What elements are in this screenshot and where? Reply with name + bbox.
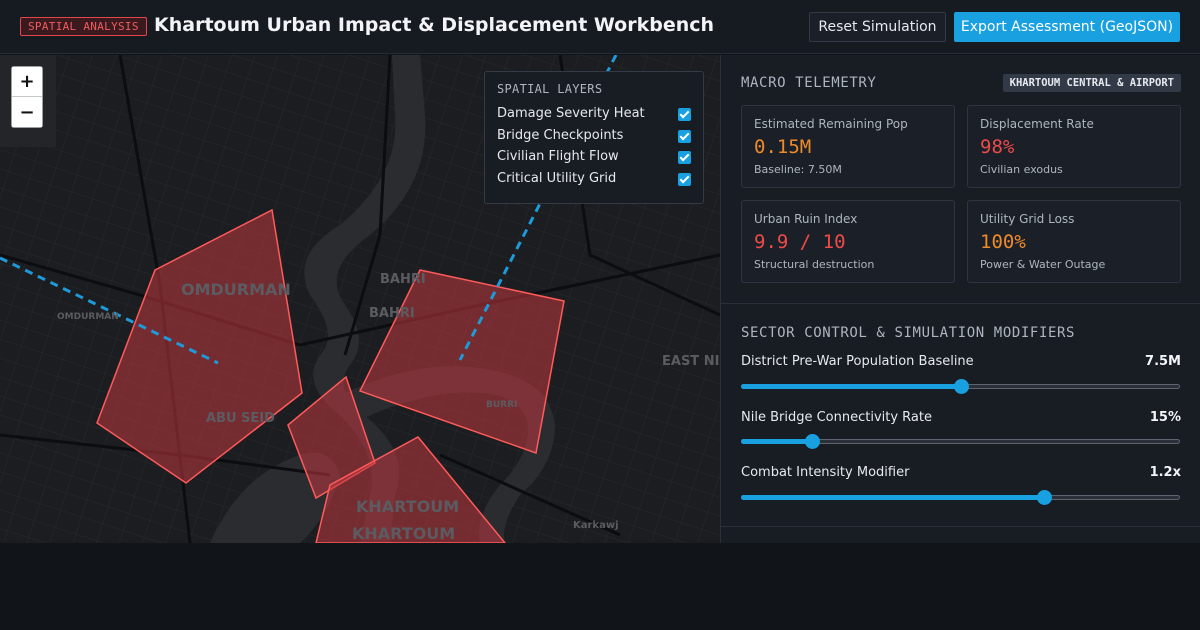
- layer-label: Civilian Flight Flow: [497, 149, 619, 164]
- slider-label-population: District Pre-War Population Baseline: [741, 354, 974, 369]
- layer-label: Critical Utility Grid: [497, 170, 617, 186]
- layer-label: Damage Severity Heat: [497, 106, 645, 121]
- spatial-layers-panel: SPATIAL LAYERS Damage Severity Heat Brid…: [484, 71, 704, 204]
- checkbox-damage-severity[interactable]: [678, 108, 691, 121]
- card-remaining-pop: Estimated Remaining Pop 0.15M Baseline: …: [741, 105, 955, 188]
- slider-value-bridge: 15%: [1149, 410, 1181, 425]
- label-burri: BURRI: [486, 400, 517, 410]
- export-geojson-button[interactable]: Export Assessment (GeoJSON): [954, 12, 1180, 42]
- sector-control-section: SECTOR CONTROL & SIMULATION MODIFIERS Di…: [721, 305, 1200, 527]
- slider-value-population: 7.5M: [1145, 354, 1181, 369]
- card-sub: Power & Water Outage: [980, 258, 1106, 271]
- telemetry-title: MACRO TELEMETRY: [741, 75, 877, 91]
- spatial-analysis-badge: SPATIAL ANALYSIS: [20, 17, 147, 36]
- population-baseline-slider[interactable]: [741, 379, 1180, 394]
- slider-value-combat: 1.2x: [1149, 465, 1181, 480]
- side-panel: MACRO TELEMETRY KHARTOUM CENTRAL & AIRPO…: [720, 55, 1200, 543]
- label-abu-seid: ABU SEID: [206, 411, 275, 426]
- layer-label: Bridge Checkpoints: [497, 127, 624, 143]
- macro-telemetry-section: MACRO TELEMETRY KHARTOUM CENTRAL & AIRPO…: [721, 55, 1200, 304]
- label-khartoum: KHARTOUM: [356, 497, 459, 516]
- zoom-control: + −: [11, 66, 43, 128]
- card-value: 9.9 / 10: [754, 231, 846, 253]
- page-title: Khartoum Urban Impact & Displacement Wor…: [154, 14, 715, 36]
- label-karkawj: Karkawj: [573, 520, 619, 531]
- label-omdurman-small: OMDURMAN: [57, 312, 119, 322]
- label-khartoum-2: KHARTOUM: [352, 524, 455, 543]
- map-view[interactable]: OMDURMAN OMDURMAN BAHRI BAHRI ABU SEID B…: [0, 55, 720, 543]
- slider-thumb[interactable]: [804, 434, 820, 449]
- controls-title: SECTOR CONTROL & SIMULATION MODIFIERS: [741, 325, 1076, 341]
- label-bahri: BAHRI: [380, 272, 426, 287]
- combat-intensity-slider[interactable]: [741, 490, 1180, 505]
- checkbox-utility-grid[interactable]: [678, 172, 691, 186]
- card-label: Utility Grid Loss: [980, 212, 1075, 226]
- slider-label-combat: Combat Intensity Modifier: [741, 465, 910, 480]
- label-omdurman: OMDURMAN: [181, 280, 291, 299]
- layer-toggle-damage-severity[interactable]: Damage Severity Heat: [497, 104, 691, 126]
- checkbox-bridge-checkpoints[interactable]: [678, 129, 691, 143]
- card-value: 0.15M: [754, 136, 812, 158]
- bridge-connectivity-slider[interactable]: [741, 434, 1180, 449]
- label-bahri-2: BAHRI: [369, 306, 415, 321]
- layers-title: SPATIAL LAYERS: [497, 82, 603, 96]
- card-sub: Structural destruction: [754, 258, 875, 271]
- card-sub: Baseline: 7.50M: [754, 163, 842, 176]
- card-label: Urban Ruin Index: [754, 212, 858, 226]
- reset-simulation-button[interactable]: Reset Simulation: [809, 12, 946, 42]
- checkbox-civilian-flight[interactable]: [678, 151, 691, 164]
- zoom-in-button[interactable]: +: [12, 67, 42, 97]
- card-utility-grid-loss: Utility Grid Loss 100% Power & Water Out…: [967, 200, 1181, 283]
- layer-toggle-civilian-flight[interactable]: Civilian Flight Flow: [497, 147, 691, 169]
- card-sub: Civilian exodus: [980, 163, 1063, 176]
- card-label: Displacement Rate: [980, 117, 1094, 131]
- card-displacement-rate: Displacement Rate 98% Civilian exodus: [967, 105, 1181, 188]
- slider-label-bridge: Nile Bridge Connectivity Rate: [741, 410, 932, 425]
- slider-fill: [741, 495, 1043, 500]
- card-value: 98%: [980, 136, 1015, 158]
- card-label: Estimated Remaining Pop: [754, 117, 908, 131]
- slider-thumb[interactable]: [953, 379, 969, 394]
- slider-fill: [741, 439, 811, 444]
- card-urban-ruin-index: Urban Ruin Index 9.9 / 10 Structural des…: [741, 200, 955, 283]
- location-badge: KHARTOUM CENTRAL & AIRPORT: [1002, 74, 1181, 92]
- layer-toggle-bridge-checkpoints[interactable]: Bridge Checkpoints: [497, 126, 691, 148]
- layer-toggle-utility-grid[interactable]: Critical Utility Grid: [497, 169, 691, 191]
- app-header: SPATIAL ANALYSIS Khartoum Urban Impact &…: [0, 0, 1200, 54]
- zoom-out-button[interactable]: −: [12, 97, 42, 127]
- slider-fill: [741, 384, 960, 389]
- label-east-nil: EAST NIL: [662, 354, 720, 369]
- card-value: 100%: [980, 231, 1026, 253]
- slider-thumb[interactable]: [1036, 490, 1052, 505]
